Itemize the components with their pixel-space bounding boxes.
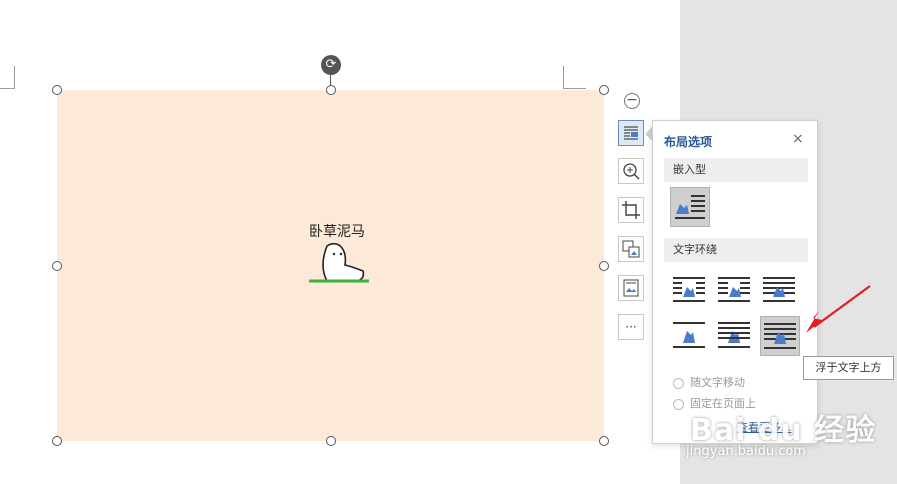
collapse-minus-icon[interactable]: − (624, 93, 640, 109)
zoom-in-button[interactable] (618, 158, 644, 184)
wrap-tight-option[interactable] (715, 272, 755, 312)
image-caption: 卧草泥马 (309, 224, 365, 240)
through-wrap-icon (763, 277, 795, 302)
inline-section-header: 嵌入型 (664, 158, 808, 182)
change-picture-button[interactable] (618, 236, 644, 262)
resize-handle-ne[interactable] (599, 85, 609, 95)
resize-handle-se[interactable] (599, 436, 609, 446)
resize-handle-sw[interactable] (52, 436, 62, 446)
popup-notch (645, 127, 652, 141)
baidu-watermark-logo: Bai du 经验 (690, 405, 876, 449)
square-wrap-icon (673, 277, 705, 302)
top-bottom-wrap-icon (673, 322, 705, 348)
wrap-through-option[interactable] (760, 272, 800, 312)
tight-wrap-icon (718, 277, 750, 302)
more-tools-button[interactable]: ··· (618, 314, 644, 340)
change-picture-icon (622, 240, 640, 258)
wrap-square-option[interactable] (670, 272, 710, 312)
crop-button[interactable] (618, 197, 644, 223)
margin-corner-right (563, 66, 586, 89)
rotate-handle-icon[interactable]: ⟳ (321, 55, 341, 75)
popup-title: 布局选项 (664, 135, 713, 149)
radio-circle (673, 398, 684, 410)
more-dots-icon: ··· (625, 320, 637, 334)
resize-handle-nw[interactable] (52, 85, 62, 95)
resize-handle-e[interactable] (599, 261, 609, 271)
zoom-in-icon (623, 163, 640, 180)
wrap-top-bottom-option[interactable] (670, 316, 710, 356)
wrap-inline-option[interactable] (670, 187, 710, 227)
crop-icon (622, 201, 640, 219)
watermark-brand: Bai du 经验 (690, 413, 877, 448)
tooltip: 浮于文字上方 (803, 356, 894, 380)
radio-circle (673, 377, 684, 389)
layout-options-button[interactable] (618, 120, 644, 146)
behind-text-icon (718, 322, 750, 348)
inline-wrap-icon (675, 195, 705, 219)
wrap-section-header: 文字环绕 (664, 238, 808, 262)
wrap-behind-text-option[interactable] (715, 316, 755, 356)
layout-options-popup: 布局选项 × 嵌入型 文字环绕 随文字移动 固定在页面上 查看更多... (652, 120, 818, 444)
move-with-text-label: 随文字移动 (690, 376, 745, 389)
watermark-url: jingyan.baidu.com (686, 444, 806, 459)
in-front-text-icon (764, 323, 796, 349)
close-icon[interactable]: × (792, 131, 804, 147)
resize-handle-w[interactable] (52, 261, 62, 271)
image-illustration: 卧草泥马 (309, 224, 369, 283)
resize-handle-n[interactable] (326, 85, 336, 95)
resize-handle-s[interactable] (326, 436, 336, 446)
rotate-stem (330, 75, 331, 85)
picture-text-icon (623, 279, 639, 297)
selected-image[interactable]: 卧草泥马 (57, 90, 604, 441)
margin-corner-left (0, 66, 15, 89)
move-with-text-radio[interactable]: 随文字移动 (673, 374, 745, 390)
red-arrow-annotation (806, 285, 871, 333)
layout-icon (624, 126, 638, 140)
wrap-in-front-option[interactable] (760, 316, 800, 356)
picture-to-text-button[interactable] (618, 275, 644, 301)
